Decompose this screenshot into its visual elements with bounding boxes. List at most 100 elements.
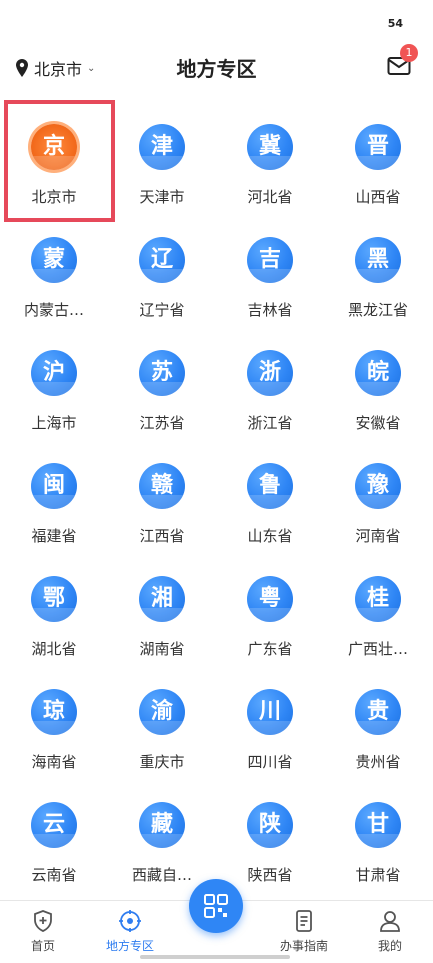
- region-label: 湖北省: [31, 640, 77, 658]
- region-emblem-icon: 晋: [355, 124, 401, 170]
- tab-guide-label: 办事指南: [279, 939, 328, 953]
- region-label: 河南省: [355, 527, 401, 545]
- tab-mine-label: 我的: [377, 939, 402, 953]
- region-emblem-icon: 浙: [247, 350, 293, 396]
- region-label: 江苏省: [139, 414, 185, 432]
- region-label: 内蒙古…: [23, 301, 84, 319]
- shield-plus-icon: [34, 910, 52, 932]
- region-label: 河北省: [247, 188, 293, 206]
- region-item[interactable]: 桂广西壮…: [324, 552, 432, 665]
- region-item[interactable]: 辽辽宁省: [108, 213, 216, 326]
- region-emblem-icon: 豫: [355, 463, 401, 509]
- header: 北京市 ⌄ 地方专区 1: [0, 44, 433, 90]
- region-emblem-icon: 津: [139, 124, 185, 170]
- region-label: 山东省: [247, 527, 293, 545]
- region-label: 江西省: [139, 527, 185, 545]
- region-label: 广西壮…: [347, 640, 408, 658]
- region-item[interactable]: 贵贵州省: [324, 665, 432, 778]
- region-label: 辽宁省: [139, 301, 185, 319]
- tab-bar: 首页 地方专区 办事指南 我的: [0, 879, 433, 963]
- region-emblem-icon: 渝: [139, 689, 185, 735]
- region-label: 甘肃省: [355, 866, 401, 884]
- region-label: 广东省: [247, 640, 293, 658]
- region-emblem-icon: 藏: [139, 802, 185, 848]
- region-item[interactable]: 京北京市: [0, 100, 108, 213]
- region-label: 西藏自…: [131, 866, 192, 884]
- region-item[interactable]: 赣江西省: [108, 439, 216, 552]
- region-emblem-icon: 鄂: [31, 576, 77, 622]
- region-item[interactable]: 鲁山东省: [216, 439, 324, 552]
- page-title: 地方专区: [176, 57, 257, 81]
- region-emblem-icon: 沪: [31, 350, 77, 396]
- region-label: 浙江省: [247, 414, 293, 432]
- region-emblem-icon: 闽: [31, 463, 77, 509]
- region-label: 云南省: [31, 866, 77, 884]
- region-emblem-icon: 蒙: [31, 237, 77, 283]
- region-emblem-icon: 云: [31, 802, 77, 848]
- region-label: 贵州省: [355, 753, 401, 771]
- region-emblem-icon: 辽: [139, 237, 185, 283]
- region-label: 陕西省: [247, 866, 293, 884]
- region-emblem-icon: 琼: [31, 689, 77, 735]
- mail-badge: 1: [400, 44, 418, 62]
- region-item[interactable]: 冀河北省: [216, 100, 324, 213]
- region-item[interactable]: 渝重庆市: [108, 665, 216, 778]
- target-icon: [119, 910, 141, 932]
- status-bar: 54: [0, 0, 433, 44]
- region-label: 福建省: [31, 527, 77, 545]
- region-item[interactable]: 川四川省: [216, 665, 324, 778]
- region-emblem-icon: 甘: [355, 802, 401, 848]
- tab-mine[interactable]: 我的: [350, 909, 430, 954]
- region-item[interactable]: 蒙内蒙古…: [0, 213, 108, 326]
- home-indicator: [140, 955, 290, 959]
- qr-scan-button[interactable]: [189, 879, 243, 933]
- document-icon: [296, 910, 312, 932]
- region-label: 重庆市: [139, 753, 185, 771]
- tab-local-zone[interactable]: 地方专区: [90, 909, 170, 954]
- region-item[interactable]: 黑黑龙江省: [324, 213, 432, 326]
- region-emblem-icon: 贵: [355, 689, 401, 735]
- region-label: 上海市: [31, 414, 77, 432]
- tab-local-zone-label: 地方专区: [105, 939, 154, 953]
- user-icon: [380, 911, 400, 932]
- region-emblem-icon: 黑: [355, 237, 401, 283]
- region-item[interactable]: 湘湖南省: [108, 552, 216, 665]
- region-item[interactable]: 吉吉林省: [216, 213, 324, 326]
- region-emblem-icon: 冀: [247, 124, 293, 170]
- region-emblem-icon: 陕: [247, 802, 293, 848]
- region-emblem-icon: 湘: [139, 576, 185, 622]
- tab-home[interactable]: 首页: [3, 909, 83, 954]
- region-emblem-icon: 京: [31, 124, 77, 170]
- region-item[interactable]: 云云南省: [0, 778, 108, 891]
- region-label: 安徽省: [355, 414, 401, 432]
- region-emblem-icon: 苏: [139, 350, 185, 396]
- region-item[interactable]: 陕陕西省: [216, 778, 324, 891]
- region-emblem-icon: 鲁: [247, 463, 293, 509]
- region-emblem-icon: 吉: [247, 237, 293, 283]
- region-item[interactable]: 浙浙江省: [216, 326, 324, 439]
- region-label: 吉林省: [247, 301, 293, 319]
- region-item[interactable]: 琼海南省: [0, 665, 108, 778]
- region-emblem-icon: 粤: [247, 576, 293, 622]
- region-item[interactable]: 豫河南省: [324, 439, 432, 552]
- region-item[interactable]: 粤广东省: [216, 552, 324, 665]
- region-label: 湖南省: [139, 640, 185, 658]
- region-emblem-icon: 皖: [355, 350, 401, 396]
- region-label: 黑龙江省: [347, 301, 408, 319]
- tab-guide[interactable]: 办事指南: [264, 909, 344, 954]
- region-item[interactable]: 藏西藏自…: [108, 778, 216, 891]
- region-item[interactable]: 鄂湖北省: [0, 552, 108, 665]
- region-item[interactable]: 甘甘肃省: [324, 778, 432, 891]
- region-label: 海南省: [31, 753, 77, 771]
- region-emblem-icon: 桂: [355, 576, 401, 622]
- region-item[interactable]: 苏江苏省: [108, 326, 216, 439]
- region-item[interactable]: 津天津市: [108, 100, 216, 213]
- region-item[interactable]: 皖安徽省: [324, 326, 432, 439]
- region-item[interactable]: 沪上海市: [0, 326, 108, 439]
- qr-scan-icon: [204, 894, 228, 918]
- region-label: 山西省: [355, 188, 401, 206]
- status-time: 54: [387, 17, 403, 30]
- region-item[interactable]: 闽福建省: [0, 439, 108, 552]
- region-item[interactable]: 晋山西省: [324, 100, 432, 213]
- region-emblem-icon: 川: [247, 689, 293, 735]
